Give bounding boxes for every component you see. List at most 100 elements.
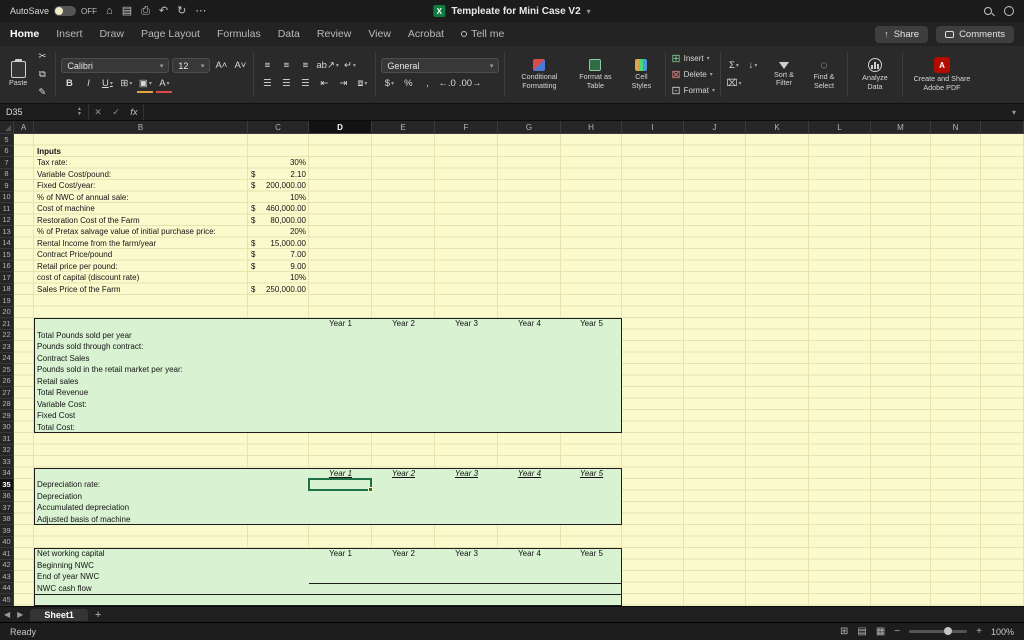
row-header-21[interactable]: 21	[0, 318, 14, 330]
tab-page-layout[interactable]: Page Layout	[141, 28, 200, 40]
cell-B8[interactable]: Variable Cost/pound:	[34, 169, 248, 181]
orientation-icon[interactable]: ab↗▾	[316, 58, 339, 73]
zoom-slider[interactable]	[909, 630, 967, 633]
row-header-16[interactable]: 16	[0, 261, 14, 273]
row-header-27[interactable]: 27	[0, 387, 14, 399]
tab-view[interactable]: View	[368, 28, 391, 40]
tab-formulas[interactable]: Formulas	[217, 28, 261, 40]
cell-B27[interactable]: Total Revenue	[34, 387, 248, 399]
tab-tell-me[interactable]: Tell me	[461, 28, 504, 40]
row-header-18[interactable]: 18	[0, 284, 14, 296]
row-header-28[interactable]: 28	[0, 399, 14, 411]
row-header-39[interactable]: 39	[0, 525, 14, 537]
document-title[interactable]: Templeate for Mini Case V2	[451, 6, 580, 17]
col-header-J[interactable]: J	[684, 121, 746, 134]
paste-button[interactable]: Paste	[6, 61, 30, 87]
row-header-42[interactable]: 42	[0, 560, 14, 572]
cell-B15[interactable]: Contract Price/pound	[34, 249, 248, 261]
cell-B30[interactable]: Total Cost:	[34, 422, 248, 434]
tab-insert[interactable]: Insert	[56, 28, 82, 40]
cell-B43[interactable]: End of year NWC	[34, 571, 248, 583]
col-header-K[interactable]: K	[746, 121, 809, 134]
align-center-icon[interactable]: ☰	[278, 76, 294, 91]
cell-G34[interactable]: Year 4	[498, 468, 561, 480]
sheet-grid[interactable]: 5678910111213141516171819202122232425262…	[0, 134, 1024, 606]
active-cell-selection[interactable]	[308, 478, 372, 491]
row-header-14[interactable]: 14	[0, 238, 14, 250]
font-color-icon[interactable]: A▾	[156, 76, 172, 91]
row-header-41[interactable]: 41	[0, 548, 14, 560]
row-header-43[interactable]: 43	[0, 571, 14, 583]
percent-format-icon[interactable]: %	[400, 76, 416, 91]
row-header-26[interactable]: 26	[0, 376, 14, 388]
merge-center-icon[interactable]: ⧈▾	[354, 76, 370, 91]
copy-icon[interactable]: ⧉	[34, 67, 50, 82]
col-header-H[interactable]: H	[561, 121, 622, 134]
row-header-30[interactable]: 30	[0, 422, 14, 434]
cell-C14[interactable]: $15,000.00	[248, 238, 309, 250]
cell-B7[interactable]: Tax rate:	[34, 157, 248, 169]
row-header-5[interactable]: 5	[0, 134, 14, 146]
formula-bar-expand-icon[interactable]: ▾	[1004, 108, 1024, 117]
delete-cells-button[interactable]: ⊠ Delete▾	[671, 68, 715, 81]
analyze-data-button[interactable]: Analyze Data	[853, 58, 897, 91]
name-box[interactable]: D35 ▲▼	[0, 104, 88, 120]
next-sheet-icon[interactable]: ▶	[17, 610, 23, 619]
cell-B26[interactable]: Retail sales	[34, 376, 248, 388]
cell-B11[interactable]: Cost of machine	[34, 203, 248, 215]
cell-B35[interactable]: Depreciation rate:	[34, 479, 248, 491]
cell-B17[interactable]: cost of capital (discount rate)	[34, 272, 248, 284]
cell-styles-button[interactable]: Cell Styles	[622, 59, 660, 90]
cell-B22[interactable]: Total Pounds sold per year	[34, 330, 248, 342]
cell-B37[interactable]: Accumulated depreciation	[34, 502, 248, 514]
prev-sheet-icon[interactable]: ◀	[4, 610, 10, 619]
row-header-44[interactable]: 44	[0, 583, 14, 595]
decrease-indent-icon[interactable]: ⇤	[316, 76, 332, 91]
decrease-font-icon[interactable]: A˅	[232, 58, 248, 73]
row-header-20[interactable]: 20	[0, 307, 14, 319]
cell-B12[interactable]: Restoration Cost of the Farm	[34, 215, 248, 227]
row-header-33[interactable]: 33	[0, 456, 14, 468]
cell-D21[interactable]: Year 1	[309, 318, 372, 330]
cell-C9[interactable]: $200,000.00	[248, 180, 309, 192]
sheet-tab-sheet1[interactable]: Sheet1	[30, 609, 88, 621]
row-header-24[interactable]: 24	[0, 353, 14, 365]
align-bottom-icon[interactable]: ≡	[297, 58, 313, 73]
cell-F41[interactable]: Year 3	[435, 548, 498, 560]
tab-acrobat[interactable]: Acrobat	[408, 28, 444, 40]
increase-font-icon[interactable]: A˄	[213, 58, 229, 73]
decrease-decimal-icon[interactable]: .00→	[459, 76, 482, 91]
cell-B6[interactable]: Inputs	[34, 146, 248, 158]
title-chevron-icon[interactable]: ▾	[587, 7, 591, 16]
row-header-36[interactable]: 36	[0, 491, 14, 503]
normal-view-icon[interactable]: ⊞	[840, 626, 848, 637]
font-size-select[interactable]: 12▾	[172, 58, 210, 73]
cell-C15[interactable]: $7.00	[248, 249, 309, 261]
zoom-slider-knob[interactable]	[944, 627, 952, 635]
col-header-M[interactable]: M	[871, 121, 931, 134]
cell-C16[interactable]: $9.00	[248, 261, 309, 273]
cell-C12[interactable]: $80,000.00	[248, 215, 309, 227]
row-header-7[interactable]: 7	[0, 157, 14, 169]
align-right-icon[interactable]: ☰	[297, 76, 313, 91]
row-header-10[interactable]: 10	[0, 192, 14, 204]
row-header-19[interactable]: 19	[0, 295, 14, 307]
cell-B36[interactable]: Depreciation	[34, 491, 248, 503]
borders-icon[interactable]: ⊞▾	[118, 76, 134, 91]
cell-B44[interactable]: NWC cash flow	[34, 583, 248, 595]
underline-button[interactable]: U▾	[99, 76, 115, 91]
format-cells-button[interactable]: ⊡ Format▾	[671, 84, 715, 97]
row-header-17[interactable]: 17	[0, 272, 14, 284]
col-header-A[interactable]: A	[14, 121, 34, 134]
cell-C7[interactable]: 30%	[248, 157, 309, 169]
cell-C17[interactable]: 10%	[248, 272, 309, 284]
cell-C11[interactable]: $460,000.00	[248, 203, 309, 215]
col-header-C[interactable]: C	[248, 121, 309, 134]
fill-color-icon[interactable]: ▣▾	[137, 76, 153, 91]
cell-G21[interactable]: Year 4	[498, 318, 561, 330]
format-painter-icon[interactable]: ✎	[34, 85, 50, 100]
tab-draw[interactable]: Draw	[99, 28, 124, 40]
fill-icon[interactable]: ↓▾	[745, 58, 761, 73]
account-icon[interactable]	[1004, 6, 1014, 16]
cell-B25[interactable]: Pounds sold in the retail market per yea…	[34, 364, 248, 376]
